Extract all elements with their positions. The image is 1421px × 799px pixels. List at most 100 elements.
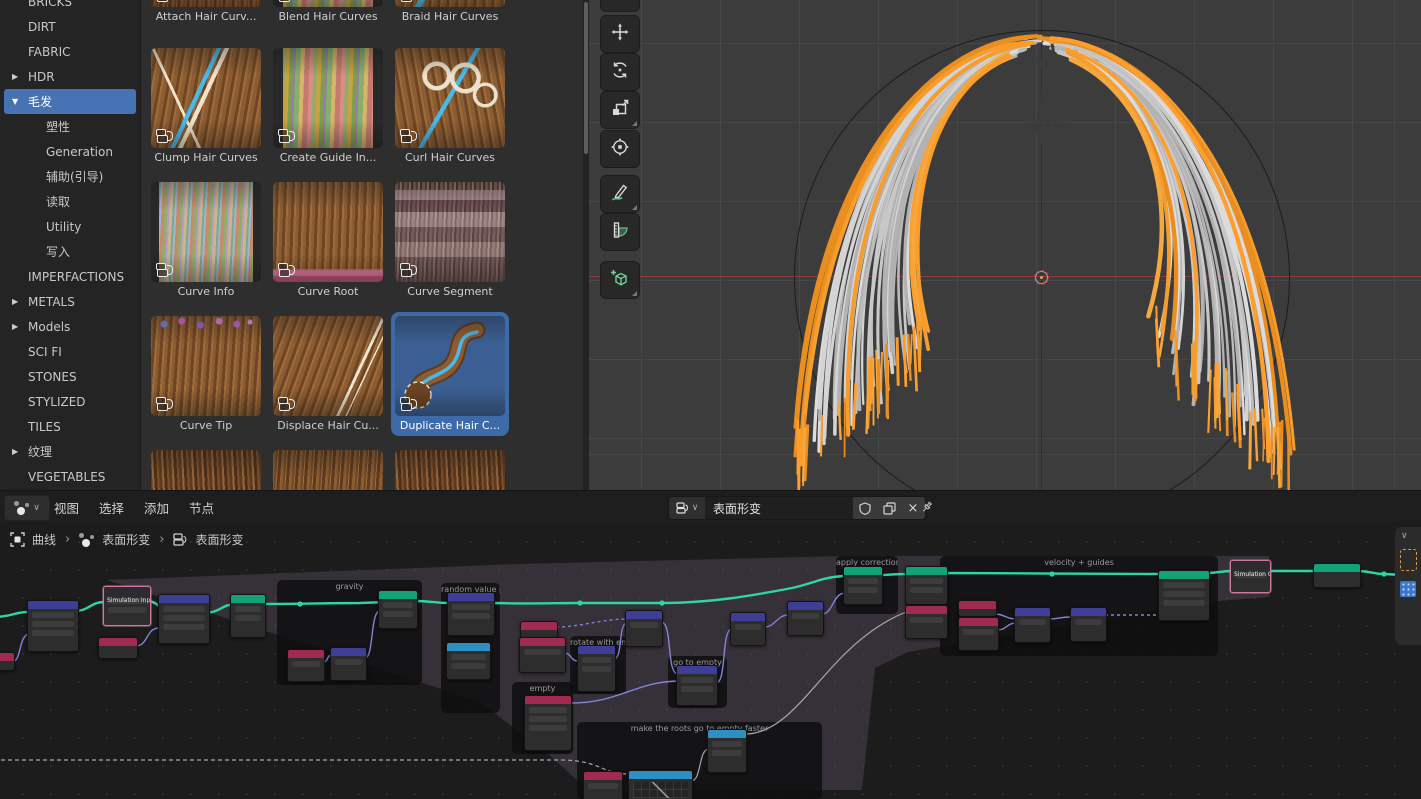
- sidebar-item[interactable]: DIRT: [0, 14, 140, 39]
- scale-tool-button[interactable]: [600, 91, 640, 129]
- node[interactable]: [446, 642, 491, 680]
- sidebar-item[interactable]: Generation: [0, 139, 140, 164]
- disclosure-collapsed-icon[interactable]: ▶: [12, 447, 28, 456]
- sidebar-item[interactable]: 辅助(引导): [0, 164, 140, 189]
- node[interactable]: [905, 605, 948, 639]
- sidebar-item[interactable]: 读取: [0, 189, 140, 214]
- sidebar-item[interactable]: ▶纹理: [0, 439, 140, 464]
- node-editor-canvas[interactable]: gravityrandom value per splinerotate wit…: [0, 522, 1421, 799]
- sidebar-item[interactable]: STYLIZED: [0, 389, 140, 414]
- node[interactable]: [676, 665, 718, 706]
- node[interactable]: [27, 600, 79, 652]
- pin-icon[interactable]: [918, 498, 936, 516]
- node[interactable]: [519, 637, 566, 673]
- browse-node-tree-button[interactable]: ∨: [669, 497, 705, 519]
- asset-tile[interactable]: Blend Hair Curves: [273, 0, 383, 23]
- asset-tile[interactable]: Curve Tip: [151, 316, 261, 432]
- sidebar-item[interactable]: ▶Models: [0, 314, 140, 339]
- node[interactable]: [447, 592, 495, 636]
- node[interactable]: [98, 637, 138, 659]
- new-copy-icon[interactable]: [877, 497, 901, 519]
- 3d-viewport[interactable]: [589, 0, 1421, 490]
- asset-tile[interactable]: Curve Root: [273, 182, 383, 298]
- rotate-tool-button[interactable]: [600, 53, 640, 91]
- node-tree-name-field[interactable]: 表面形变: [705, 497, 853, 519]
- asset-tile[interactable]: Curve Segment: [395, 182, 505, 298]
- node[interactable]: [1158, 570, 1210, 621]
- annotate-tool-button[interactable]: [600, 175, 640, 213]
- node[interactable]: [577, 645, 616, 692]
- node[interactable]: [1070, 607, 1107, 642]
- node[interactable]: [158, 594, 210, 644]
- sidebar-item[interactable]: ▼毛发: [4, 89, 136, 114]
- node[interactable]: [1014, 607, 1051, 643]
- asset-tile[interactable]: Braid Hair Curves: [395, 0, 505, 23]
- disclosure-collapsed-icon[interactable]: ▶: [12, 322, 28, 331]
- scrollbar-thumb[interactable]: [584, 2, 588, 154]
- sidebar-item[interactable]: IMPERFACTIONS: [0, 264, 140, 289]
- item-panel-icon[interactable]: [1400, 581, 1416, 597]
- add-cube-tool-button[interactable]: [600, 261, 640, 299]
- asset-tile[interactable]: Curve Info: [151, 182, 261, 298]
- asset-tile[interactable]: [151, 450, 261, 490]
- node[interactable]: [707, 729, 747, 773]
- sidebar-item[interactable]: TILES: [0, 414, 140, 439]
- move-tool-button[interactable]: [600, 15, 640, 53]
- active-tool-dashed-icon[interactable]: [1400, 549, 1417, 571]
- sidebar-item[interactable]: STONES: [0, 364, 140, 389]
- node[interactable]: [583, 771, 623, 799]
- breadcrumb-modifier[interactable]: 表面形变: [102, 531, 150, 548]
- node[interactable]: [520, 621, 558, 638]
- node[interactable]: [524, 695, 572, 751]
- asset-tile[interactable]: Attach Hair Curv...: [151, 0, 261, 23]
- node[interactable]: [628, 770, 693, 799]
- measure-tool-button[interactable]: [600, 213, 640, 251]
- asset-tile[interactable]: Curl Hair Curves: [395, 48, 505, 164]
- node[interactable]: [958, 600, 997, 617]
- node[interactable]: [1313, 563, 1361, 588]
- node[interactable]: Simulation Input: [103, 586, 151, 626]
- node[interactable]: [0, 652, 15, 671]
- node-field: [712, 750, 742, 756]
- transform-tool-button[interactable]: [600, 130, 640, 168]
- asset-tile[interactable]: Clump Hair Curves: [151, 48, 261, 164]
- menu-select[interactable]: 选择: [99, 498, 124, 517]
- node[interactable]: Simulation Output: [1230, 560, 1271, 593]
- asset-tile[interactable]: [395, 450, 505, 490]
- node[interactable]: [287, 649, 325, 682]
- menu-view[interactable]: 视图: [54, 498, 79, 517]
- asset-tile[interactable]: Displace Hair Cu...: [273, 316, 383, 432]
- sidebar-item[interactable]: ▶HDR: [0, 64, 140, 89]
- asset-tile[interactable]: [273, 450, 383, 490]
- disclosure-collapsed-icon[interactable]: ▶: [12, 72, 28, 81]
- node[interactable]: [843, 566, 883, 605]
- breadcrumb-object[interactable]: 曲线: [32, 531, 56, 548]
- node[interactable]: [730, 612, 766, 646]
- node[interactable]: [787, 601, 824, 636]
- disclosure-collapsed-icon[interactable]: ▶: [12, 297, 28, 306]
- menu-node[interactable]: 节点: [189, 498, 214, 517]
- sidebar-item[interactable]: FABRIC: [0, 39, 140, 64]
- node[interactable]: [958, 617, 999, 651]
- sidebar-item[interactable]: SCI FI: [0, 339, 140, 364]
- disclosure-expanded-icon[interactable]: ▼: [12, 97, 28, 106]
- menu-add[interactable]: 添加: [144, 498, 169, 517]
- asset-tile[interactable]: Create Guide In...: [273, 48, 383, 164]
- sidebar-item[interactable]: VEGETABLES: [0, 464, 140, 489]
- chevron-down-icon[interactable]: ∨: [1401, 531, 1408, 541]
- sidebar-item[interactable]: 写入: [0, 239, 140, 264]
- sidebar-item[interactable]: 塑性: [0, 114, 140, 139]
- node[interactable]: [378, 590, 418, 629]
- sidebar-item[interactable]: Utility: [0, 214, 140, 239]
- breadcrumb-node-group[interactable]: 表面形变: [195, 531, 243, 548]
- sidebar-item[interactable]: BRICKS: [0, 0, 140, 14]
- sidebar-item[interactable]: ▶METALS: [0, 289, 140, 314]
- measure-icon: [610, 220, 630, 244]
- node[interactable]: [905, 566, 948, 605]
- fake-user-shield-icon[interactable]: [853, 497, 877, 519]
- node[interactable]: [625, 610, 663, 647]
- node[interactable]: [230, 594, 266, 638]
- tweak-tool-button[interactable]: [600, 0, 640, 12]
- node[interactable]: [330, 647, 367, 681]
- asset-tile[interactable]: Duplicate Hair C...: [395, 316, 505, 432]
